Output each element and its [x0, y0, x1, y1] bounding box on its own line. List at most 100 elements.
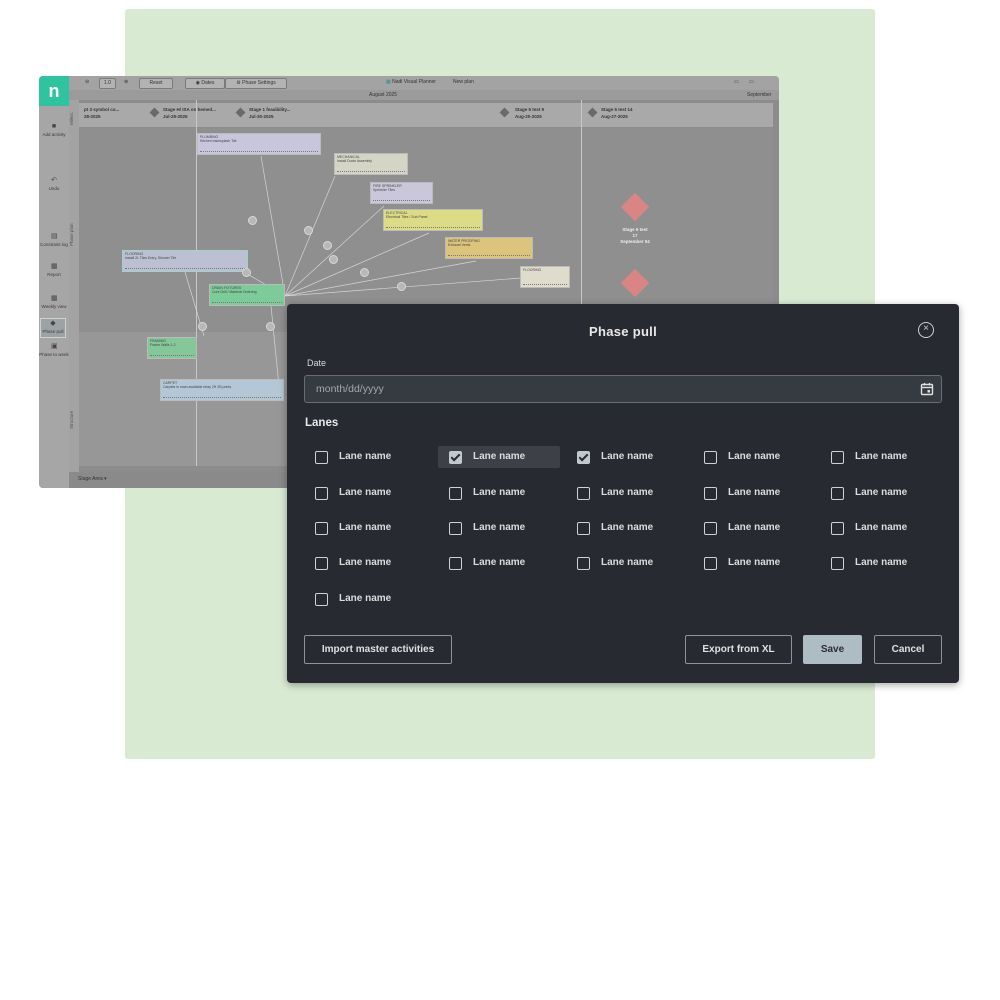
lane-checkbox[interactable] — [704, 487, 717, 500]
lane-option[interactable]: Lane name — [566, 517, 688, 539]
lane-option[interactable]: Lane name — [438, 552, 560, 574]
lane-option[interactable]: Lane name — [693, 446, 815, 468]
date-placeholder: month/dd/yyyy — [316, 383, 384, 395]
lane-label: Lane name — [339, 593, 392, 604]
lane-option[interactable]: Lane name — [438, 517, 560, 539]
lane-checkbox-checked[interactable] — [577, 451, 590, 464]
lane-option[interactable]: Lane name — [820, 446, 942, 468]
card-title: FLOORING — [523, 268, 542, 272]
lane-label: Lane name — [601, 557, 654, 568]
link-node-icon[interactable] — [323, 241, 332, 250]
activity-card[interactable]: WATER PROOFING Exhaust Vents — [445, 237, 533, 259]
lane-option[interactable]: Lane name — [820, 482, 942, 504]
lane-label: Lane name — [728, 522, 781, 533]
lane-checkbox[interactable] — [315, 557, 328, 570]
link-node-icon[interactable] — [248, 216, 257, 225]
lane-checkbox[interactable] — [831, 487, 844, 500]
lane-option[interactable]: Lane name — [566, 482, 688, 504]
export-from-xl-button[interactable]: Export from XL — [685, 635, 792, 664]
lane-label: Lane name — [601, 487, 654, 498]
lane-checkbox[interactable] — [577, 522, 590, 535]
lane-label: Lane name — [339, 557, 392, 568]
lane-option[interactable]: Lane name — [304, 552, 426, 574]
lane-checkbox[interactable] — [704, 522, 717, 535]
activity-card[interactable]: FRAMING Frame Walls 1-2 — [147, 337, 197, 359]
activity-card[interactable]: MECHANICAL Install Ducts Assembly — [334, 153, 408, 175]
activity-card[interactable]: CARPET Carpets in main available relay 2H… — [160, 379, 284, 401]
dialog-title: Phase pull — [588, 324, 658, 339]
lane-checkbox[interactable] — [449, 487, 462, 500]
card-subtitle: Install Ducts Assembly — [337, 159, 373, 163]
lane-label: Lane name — [339, 522, 392, 533]
lane-option[interactable]: Lane name — [820, 517, 942, 539]
lane-label: Lane name — [728, 557, 781, 568]
lane-option[interactable]: Lane name — [304, 588, 426, 610]
calendar-icon[interactable] — [920, 382, 934, 396]
card-subtitle: Sprinkler Tiles — [373, 188, 395, 192]
lane-label: Lane name — [473, 487, 526, 498]
close-icon[interactable]: × — [918, 322, 934, 338]
lane-option[interactable]: Lane name — [438, 482, 560, 504]
lane-label: Lane name — [473, 451, 526, 462]
lane-checkbox[interactable] — [704, 557, 717, 570]
lane-option[interactable]: Lane name — [304, 482, 426, 504]
lane-checkbox[interactable] — [577, 487, 590, 500]
lane-label: Lane name — [728, 451, 781, 462]
lane-checkbox[interactable] — [315, 593, 328, 606]
lane-checkbox[interactable] — [315, 487, 328, 500]
card-subtitle: Frame Walls 1-2 — [150, 343, 176, 347]
lane-option[interactable]: Lane name — [820, 552, 942, 574]
link-node-icon[interactable] — [329, 255, 338, 264]
lane-label: Lane name — [601, 522, 654, 533]
link-node-icon[interactable] — [304, 226, 313, 235]
caret-down-icon: ▾ — [104, 476, 107, 482]
lane-option[interactable]: Lane name — [566, 552, 688, 574]
lane-option[interactable]: Lane name — [693, 482, 815, 504]
lane-checkbox[interactable] — [831, 557, 844, 570]
link-node-icon[interactable] — [397, 282, 406, 291]
lane-checkbox[interactable] — [704, 451, 717, 464]
activity-card[interactable]: FIRE SPRINKLER Sprinkler Tiles — [370, 182, 433, 204]
link-node-icon[interactable] — [266, 322, 275, 331]
activity-card[interactable]: DRAIN FIXTURES Core Drill / Material Orde… — [209, 284, 285, 306]
lane-checkbox-checked[interactable] — [449, 451, 462, 464]
date-input[interactable]: month/dd/yyyy — [304, 375, 942, 403]
cancel-button[interactable]: Cancel — [874, 635, 942, 664]
link-node-icon[interactable] — [360, 268, 369, 277]
card-subtitle: Core Drill / Material Ordering — [212, 290, 257, 294]
lane-label: Lane name — [339, 451, 392, 462]
activity-card[interactable]: ELECTRICAL Electrical Tiles / Sub Panel — [383, 209, 483, 231]
lane-checkbox[interactable] — [577, 557, 590, 570]
lane-option[interactable]: Lane name — [304, 446, 426, 468]
lane-checkbox[interactable] — [831, 522, 844, 535]
lane-checkbox[interactable] — [315, 522, 328, 535]
lanes-heading: Lanes — [305, 417, 339, 429]
stage-marker-date: September 04 — [620, 239, 650, 244]
lane-label: Lane name — [601, 451, 654, 462]
lane-option[interactable]: Lane name — [566, 446, 688, 468]
import-master-activities-button[interactable]: Import master activities — [304, 635, 452, 664]
lane-checkbox[interactable] — [315, 451, 328, 464]
lane-option[interactable]: Lane name — [693, 517, 815, 539]
lane-checkbox[interactable] — [449, 522, 462, 535]
lane-checkbox[interactable] — [449, 557, 462, 570]
lane-label: Lane name — [473, 522, 526, 533]
stage-milestone-label: Stage 5 test 17 September 04 — [609, 227, 661, 245]
stage-area-dropdown[interactable]: Stage Area ▾ — [78, 476, 107, 482]
date-label: Date — [307, 358, 327, 368]
lane-option[interactable]: Lane name — [304, 517, 426, 539]
card-subtitle: Exhaust Vents — [448, 243, 471, 247]
save-button[interactable]: Save — [803, 635, 862, 664]
activity-card[interactable]: FLOORING — [520, 266, 570, 288]
card-subtitle: Carpets in main available relay 2H 2B pr… — [163, 385, 232, 389]
lane-label: Lane name — [855, 487, 908, 498]
lane-checkbox[interactable] — [831, 451, 844, 464]
link-node-icon[interactable] — [198, 322, 207, 331]
activity-card[interactable]: FLOORING Install 2L Tiles Entry, Shower T… — [122, 250, 248, 272]
lane-label: Lane name — [728, 487, 781, 498]
link-node-icon[interactable] — [242, 268, 251, 277]
lane-option[interactable]: Lane name — [438, 446, 560, 468]
lane-label: Lane name — [855, 557, 908, 568]
lane-option[interactable]: Lane name — [693, 552, 815, 574]
activity-card[interactable]: PLUMBING Kitchen backsplash Tile — [197, 133, 321, 155]
